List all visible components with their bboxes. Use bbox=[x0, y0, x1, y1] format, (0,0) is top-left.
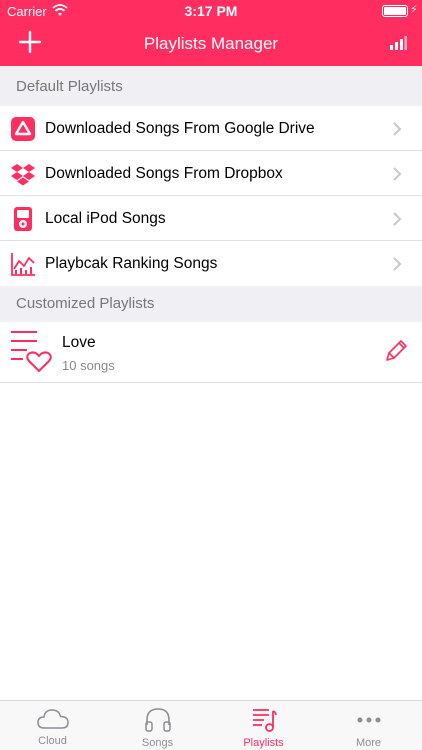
tab-label: Cloud bbox=[38, 735, 67, 747]
navigation-bar: Playlists Manager bbox=[0, 22, 422, 66]
tab-cloud[interactable]: Cloud bbox=[0, 701, 105, 750]
playlist-row-ranking[interactable]: Playbcak Ranking Songs bbox=[0, 241, 422, 286]
playlist-heart-icon bbox=[9, 328, 53, 372]
playlist-row-google-drive[interactable]: Downloaded Songs From Google Drive bbox=[0, 106, 422, 151]
tab-label: Playlists bbox=[243, 737, 284, 749]
tab-songs[interactable]: Songs bbox=[105, 701, 210, 750]
bar-chart-icon[interactable] bbox=[389, 36, 407, 50]
custom-playlist-row[interactable]: Love 10 songs bbox=[0, 322, 422, 382]
playlist-row-label: Downloaded Songs From Dropbox bbox=[45, 165, 283, 182]
page-title: Playlists Manager bbox=[143, 34, 279, 53]
more-dots-icon bbox=[357, 717, 380, 723]
status-bar: Carrier 3:17 PM ⚡ bbox=[0, 0, 422, 22]
playlist-row-label: Local iPod Songs bbox=[45, 210, 166, 227]
tab-bar: Cloud Songs Playlists More bbox=[0, 700, 422, 750]
tab-label: Songs bbox=[141, 737, 174, 749]
tab-label: More bbox=[355, 737, 382, 749]
google-drive-icon bbox=[10, 116, 36, 142]
dropbox-icon bbox=[10, 161, 36, 187]
chevron-right-icon bbox=[392, 256, 402, 272]
chevron-right-icon bbox=[392, 121, 402, 137]
playlist-row-ipod[interactable]: Local iPod Songs bbox=[0, 196, 422, 241]
section-header-default: Default Playlists bbox=[0, 66, 422, 106]
battery-icon bbox=[382, 5, 408, 17]
playlist-row-dropbox[interactable]: Downloaded Songs From Dropbox bbox=[0, 151, 422, 196]
cloud-icon bbox=[36, 709, 69, 729]
playlist-name: Love bbox=[62, 334, 96, 351]
playlist-row-label: Playbcak Ranking Songs bbox=[45, 255, 218, 272]
headphones-icon bbox=[144, 708, 171, 732]
playlist-note-icon bbox=[252, 709, 277, 732]
top-bar: Carrier 3:17 PM ⚡ Playlists Manager bbox=[0, 0, 422, 66]
chevron-right-icon bbox=[392, 166, 402, 182]
pencil-icon[interactable] bbox=[383, 338, 409, 364]
ranking-chart-icon bbox=[10, 251, 36, 277]
tab-playlists[interactable]: Playlists bbox=[211, 701, 316, 750]
charging-icon: ⚡ bbox=[410, 4, 418, 16]
row-divider bbox=[0, 382, 422, 383]
ipod-icon bbox=[10, 206, 36, 232]
playlist-song-count: 10 songs bbox=[62, 358, 115, 373]
section-header-customized: Customized Playlists bbox=[0, 286, 422, 322]
status-time: 3:17 PM bbox=[184, 3, 238, 19]
chevron-right-icon bbox=[392, 211, 402, 227]
tab-more[interactable]: More bbox=[316, 701, 421, 750]
playlist-row-label: Downloaded Songs From Google Drive bbox=[45, 120, 315, 137]
